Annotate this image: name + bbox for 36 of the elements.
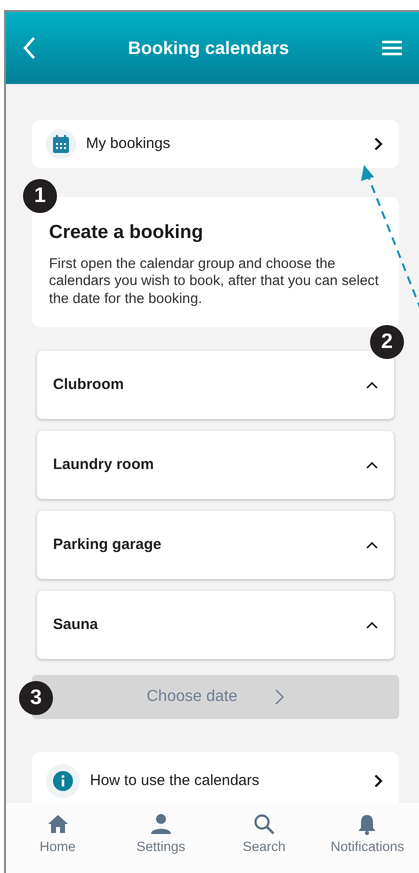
- calendar-group-item[interactable]: Sauna: [37, 590, 394, 659]
- chevron-up-icon: [366, 620, 378, 629]
- nav-tab[interactable]: Notifications: [316, 813, 419, 873]
- my-bookings-label: My bookings: [86, 134, 172, 154]
- back-icon[interactable]: [22, 36, 36, 60]
- calendar-group-name: Clubroom: [53, 374, 125, 394]
- home-icon: [46, 813, 69, 835]
- card-description: First open the calendar group and choose the calendars you wish to book, after that you can select the date for the booking.: [49, 256, 380, 309]
- screen-title: Booking calendars: [126, 36, 290, 60]
- calendar-group-name: Parking garage: [53, 534, 162, 554]
- menu-icon[interactable]: [381, 40, 403, 56]
- card-title: Create a booking: [49, 221, 204, 245]
- step-marker: 2: [370, 325, 404, 359]
- chevron-up-icon: [366, 460, 378, 469]
- calendar-group-item[interactable]: Parking garage: [37, 510, 394, 579]
- chevron-up-icon: [366, 540, 378, 549]
- calendar-group-name: Laundry room: [53, 454, 155, 474]
- info-icon: [53, 770, 73, 791]
- nav-tab[interactable]: Settings: [109, 813, 212, 873]
- nav-tab[interactable]: Home: [6, 813, 110, 873]
- calendar-icon: [53, 135, 69, 153]
- chevron-right-icon: [374, 137, 383, 151]
- search-icon: [253, 813, 276, 835]
- nav-tab[interactable]: Search: [212, 813, 316, 873]
- chevron-up-icon: [366, 380, 378, 389]
- step-marker: 3: [19, 681, 53, 715]
- help-label: How to use the calendars: [90, 770, 260, 790]
- chevron-right-icon: [374, 774, 383, 788]
- chevron-right-icon: [275, 688, 284, 705]
- calendar-group-item[interactable]: Laundry room: [37, 430, 394, 499]
- calendar-group-item[interactable]: Clubroom: [37, 350, 394, 419]
- step-marker: 1: [23, 179, 57, 213]
- help-item[interactable]: How to use the calendars: [32, 752, 399, 803]
- person-icon: [150, 813, 172, 835]
- my-bookings-item[interactable]: My bookings: [32, 120, 399, 168]
- calendar-group-name: Sauna: [53, 614, 100, 634]
